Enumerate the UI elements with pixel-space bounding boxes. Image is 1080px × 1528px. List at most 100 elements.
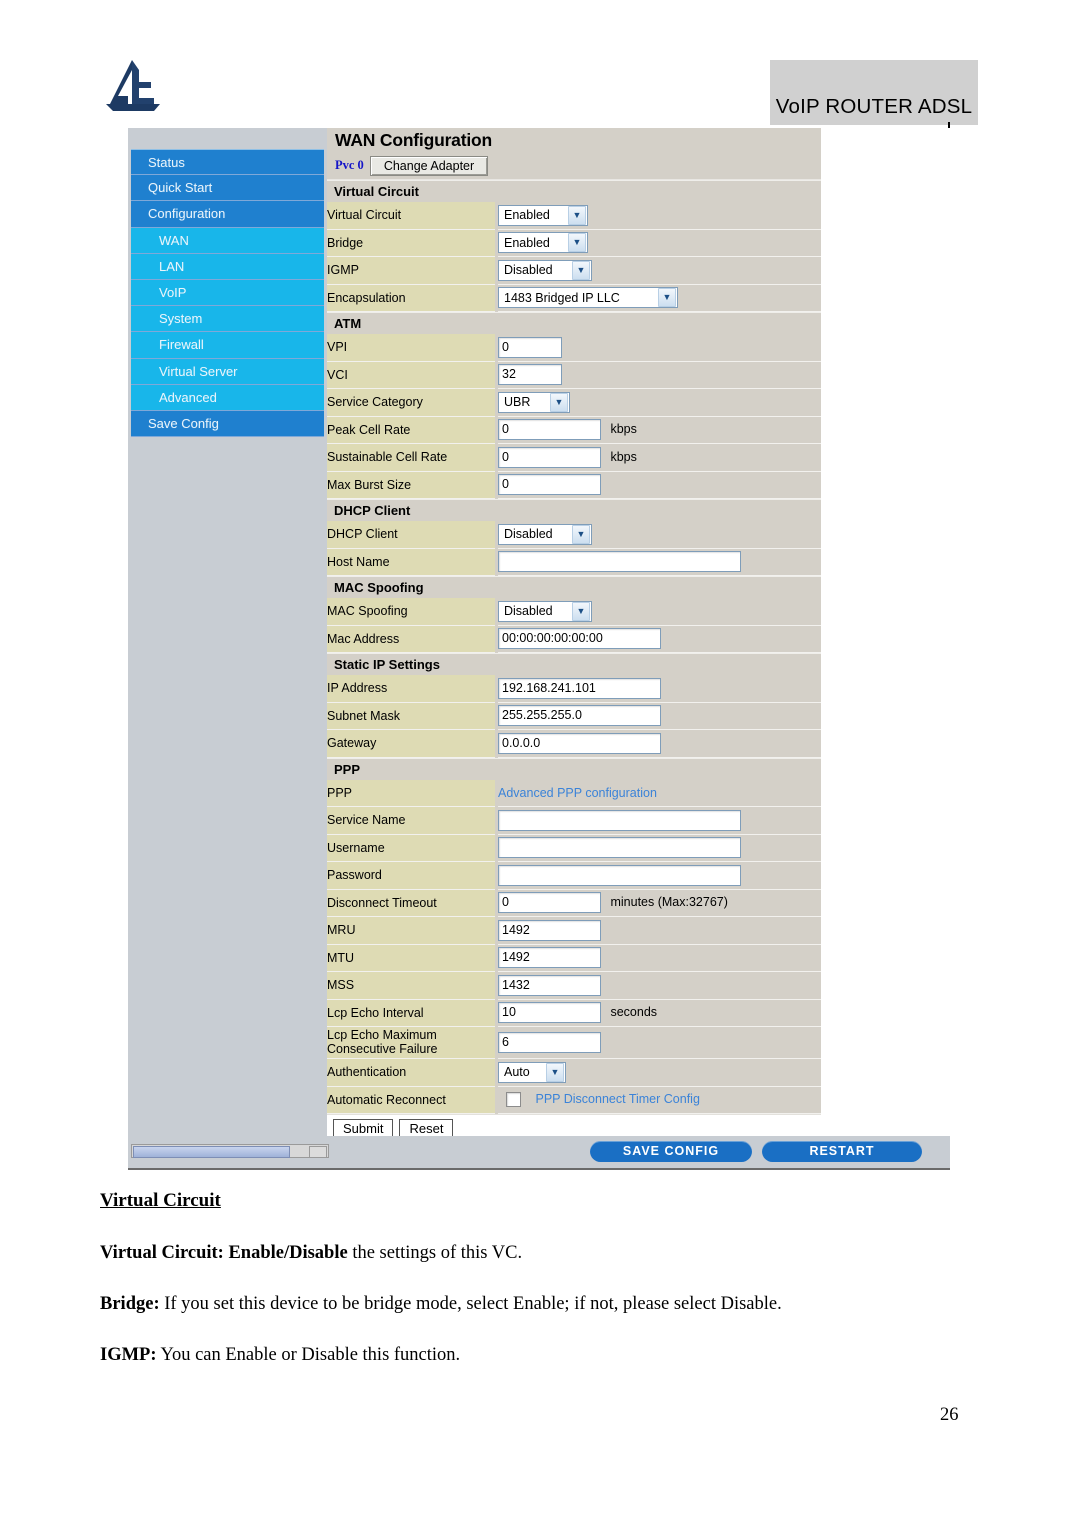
row-label: Max Burst Size bbox=[327, 471, 498, 499]
mac-address-input[interactable]: 00:00:00:00:00:00 bbox=[498, 628, 661, 650]
chevron-down-icon: ▼ bbox=[568, 205, 586, 225]
gateway-input[interactable]: 0.0.0.0 bbox=[498, 732, 661, 754]
sidebar-item-lan[interactable]: LAN bbox=[131, 253, 324, 280]
table-row: Automatic Reconnect PPP Disconnect Timer… bbox=[327, 1086, 821, 1114]
ppp-disconnect-timer-config-link[interactable]: PPP Disconnect Timer Config bbox=[535, 1092, 699, 1106]
sidebar-item-voip[interactable]: VoIP bbox=[131, 279, 324, 307]
sidebar-item-label: Status bbox=[148, 155, 185, 170]
section-heading-virtual-circuit: Virtual Circuit bbox=[327, 180, 821, 202]
sidebar-item-label: VoIP bbox=[159, 284, 187, 300]
host-name-input[interactable] bbox=[498, 551, 741, 573]
ppp-table: PPP Advanced PPP configuration Service N… bbox=[327, 779, 821, 1114]
sidebar-item-status[interactable]: Status bbox=[131, 149, 324, 176]
sidebar-item-save-config[interactable]: Save Config bbox=[131, 410, 324, 438]
virtual-circuit-table: Virtual Circuit Enabled ▼ Bridge Enabled… bbox=[327, 202, 821, 312]
table-row: Sustainable Cell Rate 0 kbps bbox=[327, 443, 821, 472]
horizontal-scrollbar[interactable] bbox=[131, 1144, 329, 1158]
table-row: MRU 1492 bbox=[327, 916, 821, 945]
sidebar-item-label: System bbox=[159, 311, 203, 327]
row-label: Password bbox=[327, 861, 498, 890]
atm-table: VPI 0 VCI 32 Service Category UBR ▼ Peak… bbox=[327, 334, 821, 499]
dhcp-client-table: DHCP Client Disabled ▼ Host Name bbox=[327, 521, 821, 576]
subnet-mask-input[interactable]: 255.255.255.0 bbox=[498, 705, 661, 727]
row-label: DHCP Client bbox=[327, 521, 498, 549]
table-row: VCI 32 bbox=[327, 361, 821, 389]
table-row: Lcp Echo Maximum Consecutive Failure 6 bbox=[327, 1026, 821, 1059]
automatic-reconnect-checkbox[interactable] bbox=[506, 1092, 521, 1108]
row-label: Bridge bbox=[327, 229, 498, 257]
encapsulation-select[interactable]: 1483 Bridged IP LLC ▼ bbox=[498, 287, 678, 309]
row-label: MSS bbox=[327, 971, 498, 1000]
router-web-ui: Status Quick Start Configuration WAN LAN… bbox=[128, 128, 950, 1170]
scrollbar-arrow-icon[interactable] bbox=[309, 1146, 327, 1158]
table-row: DHCP Client Disabled ▼ bbox=[327, 521, 821, 549]
table-row: IGMP Disabled ▼ bbox=[327, 256, 821, 285]
table-row: PPP Advanced PPP configuration bbox=[327, 779, 821, 807]
sidebar-item-advanced[interactable]: Advanced bbox=[131, 384, 324, 411]
sidebar-item-virtual-server[interactable]: Virtual Server bbox=[131, 358, 324, 385]
table-row: Encapsulation 1483 Bridged IP LLC ▼ bbox=[327, 284, 821, 312]
ip-address-input[interactable]: 192.168.241.101 bbox=[498, 677, 661, 699]
table-row: Mac Address 00:00:00:00:00:00 bbox=[327, 625, 821, 653]
pvc-label: Pvc 0 bbox=[335, 158, 364, 172]
mtu-input[interactable]: 1492 bbox=[498, 947, 601, 969]
sidebar-item-quick-start[interactable]: Quick Start bbox=[131, 175, 324, 202]
sidebar-item-configuration[interactable]: Configuration bbox=[131, 201, 324, 228]
table-row: Password bbox=[327, 861, 821, 890]
igmp-select[interactable]: Disabled ▼ bbox=[498, 259, 592, 281]
row-label: Encapsulation bbox=[327, 284, 498, 312]
table-row: MAC Spoofing Disabled ▼ bbox=[327, 598, 821, 626]
sidebar-item-system[interactable]: System bbox=[131, 306, 324, 333]
service-name-input[interactable] bbox=[498, 809, 741, 831]
sustainable-cell-rate-unit: kbps bbox=[610, 449, 637, 464]
table-row: MSS 1432 bbox=[327, 971, 821, 1000]
service-category-select[interactable]: UBR ▼ bbox=[498, 391, 570, 413]
table-row: Username bbox=[327, 834, 821, 862]
sidebar-item-label: Save Config bbox=[148, 415, 219, 431]
chevron-down-icon: ▼ bbox=[546, 1062, 564, 1082]
password-input[interactable] bbox=[498, 864, 741, 886]
row-label: Mac Address bbox=[327, 625, 498, 653]
doc-paragraph-rest: If you set this device to be bridge mode… bbox=[159, 1294, 782, 1315]
max-burst-size-input[interactable]: 0 bbox=[498, 474, 601, 496]
change-adapter-button[interactable]: Change Adapter bbox=[369, 155, 489, 176]
sidebar-item-firewall[interactable]: Firewall bbox=[131, 332, 324, 359]
virtual-circuit-select[interactable]: Enabled ▼ bbox=[498, 204, 588, 226]
restart-button[interactable]: RESTART bbox=[762, 1141, 922, 1162]
section-heading-mac-spoofing: MAC Spoofing bbox=[327, 576, 821, 598]
row-label: Virtual Circuit bbox=[327, 202, 498, 230]
sidebar-item-label: Advanced bbox=[159, 389, 217, 405]
row-label: VPI bbox=[327, 334, 498, 362]
disconnect-timeout-input[interactable]: 0 bbox=[498, 892, 601, 914]
row-label: VCI bbox=[327, 361, 498, 389]
authentication-select[interactable]: Auto ▼ bbox=[498, 1061, 566, 1083]
mac-spoofing-table: MAC Spoofing Disabled ▼ Mac Address 00:0… bbox=[327, 598, 821, 653]
chevron-down-icon: ▼ bbox=[572, 524, 590, 544]
sustainable-cell-rate-input[interactable]: 0 bbox=[498, 446, 601, 468]
pvc-toolbar: Pvc 0 Change Adapter bbox=[327, 152, 821, 180]
mac-spoofing-select[interactable]: Disabled ▼ bbox=[498, 600, 592, 622]
bridge-select[interactable]: Enabled ▼ bbox=[498, 232, 588, 254]
peak-cell-rate-input[interactable]: 0 bbox=[498, 419, 601, 441]
sidebar-item-label: Configuration bbox=[148, 206, 226, 222]
save-config-button[interactable]: SAVE CONFIG bbox=[590, 1141, 752, 1162]
row-label: Lcp Echo Maximum Consecutive Failure bbox=[327, 1026, 498, 1059]
lcp-echo-interval-input[interactable]: 10 bbox=[498, 1002, 601, 1024]
dhcp-client-select[interactable]: Disabled ▼ bbox=[498, 523, 592, 545]
row-label: Sustainable Cell Rate bbox=[327, 443, 498, 472]
billion-a-logo bbox=[102, 58, 164, 116]
lcp-echo-max-failure-input[interactable]: 6 bbox=[498, 1032, 601, 1053]
doc-paragraph-bold: Bridge: bbox=[100, 1294, 160, 1315]
scrollbar-thumb[interactable] bbox=[133, 1146, 290, 1158]
sidebar-item-wan[interactable]: WAN bbox=[131, 227, 324, 254]
chevron-down-icon: ▼ bbox=[572, 260, 590, 280]
vpi-input[interactable]: 0 bbox=[498, 336, 562, 358]
advanced-ppp-configuration-link[interactable]: Advanced PPP configuration bbox=[498, 786, 657, 800]
username-input[interactable] bbox=[498, 837, 741, 859]
row-label: Automatic Reconnect bbox=[327, 1086, 498, 1114]
mru-input[interactable]: 1492 bbox=[498, 919, 601, 941]
brand-title: VoIP ROUTER ADSL bbox=[775, 95, 973, 118]
mss-input[interactable]: 1432 bbox=[498, 974, 601, 996]
sidebar: Status Quick Start Configuration WAN LAN… bbox=[128, 128, 327, 1136]
vci-input[interactable]: 32 bbox=[498, 364, 562, 386]
